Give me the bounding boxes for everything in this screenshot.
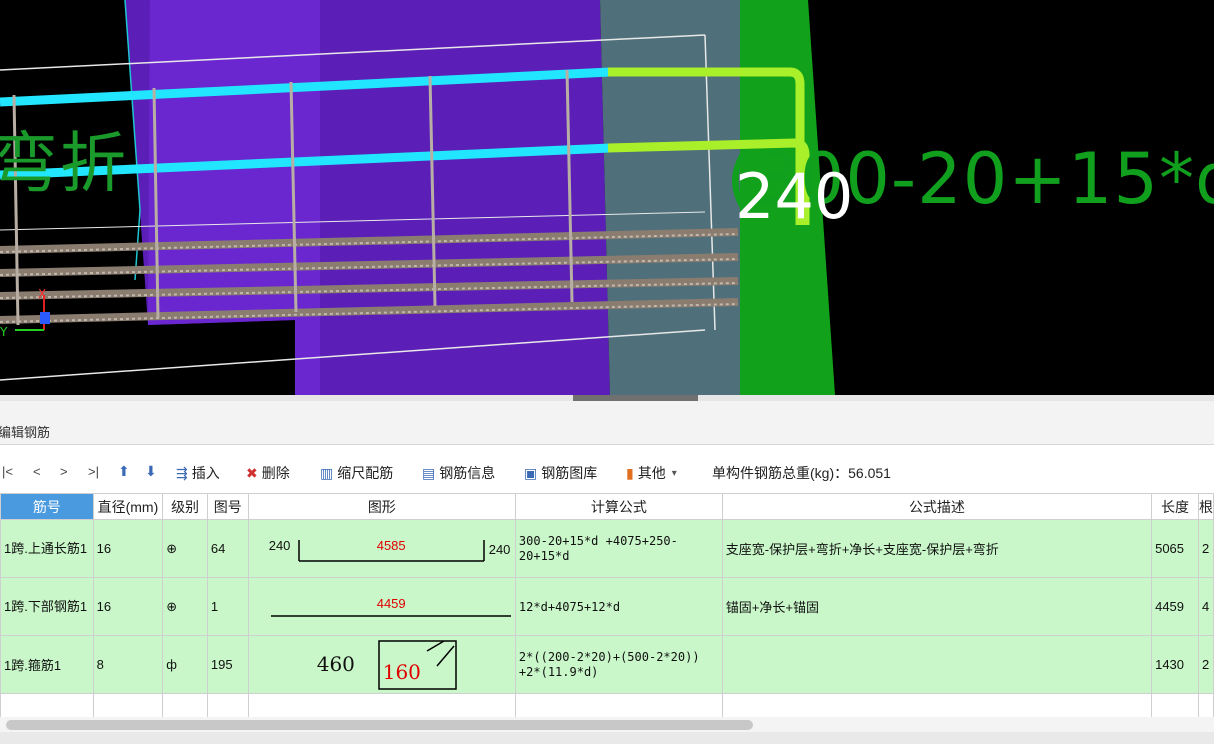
cell-fig-no[interactable]: 195 [206,635,249,694]
col-header-grade[interactable]: 级别 [162,493,208,520]
cell-length[interactable]: 1430 [1151,635,1199,694]
col-header-formula-desc[interactable]: 公式描述 [721,493,1153,520]
cell-diameter[interactable]: 16 [92,577,164,636]
cell-shape[interactable]: 240 4585 240 [247,519,516,578]
col-header-bar-no[interactable]: 筋号 [0,493,94,520]
insert-button[interactable]: ⇶ 插入 [176,463,220,483]
col-header-diameter[interactable]: 直径(mm) [92,493,164,520]
scale-config-button[interactable]: ▥ 缩尺配筋 [320,463,393,483]
axis-x-label: X [38,287,46,301]
table-row[interactable]: 1跨.上通长筋1 16 ⊕ 64 240 4585 240 300-20+15*… [0,519,1214,578]
cell-bar-name[interactable]: 1跨.下部钢筋1 [0,577,94,636]
table-row[interactable]: 1跨.箍筋1 8 ф 195 460 160 2*((200-2*20)+(50… [0,635,1214,694]
info-doc-icon: ▤ [422,464,436,481]
axis-y-label: Y [0,325,8,339]
cell-formula-desc[interactable] [721,635,1153,694]
delete-button[interactable]: ✖ 删除 [246,463,290,483]
cell-formula[interactable]: 12*d+4075+12*d [514,577,723,636]
cell-empty[interactable] [162,693,208,719]
delete-icon: ✖ [246,464,258,481]
nav-first-button[interactable]: |< [2,464,13,479]
cell-shape[interactable]: 4459 [247,577,516,636]
cell-empty[interactable] [92,693,164,719]
cell-grade[interactable]: ⊕ [162,577,208,636]
shape-left-dim: 460 [316,652,355,676]
cell-count[interactable]: 2 [1197,519,1214,578]
cell-empty[interactable] [206,693,249,719]
insert-icon: ⇶ [176,464,188,481]
library-icon: ▣ [524,464,538,481]
move-up-button[interactable]: ⬆ [118,463,134,480]
chevron-down-icon: ▾ [671,467,677,479]
nav-prev-button[interactable]: < [33,464,41,479]
rebar-library-button[interactable]: ▣ 钢筋图库 [524,463,597,483]
nav-next-button[interactable]: > [60,464,68,479]
nav-last-button[interactable]: >| [88,464,99,479]
cell-formula[interactable]: 2*((200-2*20)+(500-2*20)) +2*(11.9*d) [514,635,723,694]
cell-length[interactable]: 4459 [1151,577,1199,636]
cell-formula[interactable]: 300-20+15*d +4075+250-20+15*d [514,519,723,578]
shape-left-dim: 240 [268,538,291,553]
arrow-up-icon: ⬆ [118,463,130,479]
cell-empty[interactable] [514,693,723,719]
rebar-toolbar: |< < > >| ⬆ ⬇ ⇶ 插入 ✖ 删除 ▥ 缩尺配筋 ▤ 钢筋信息 ▣ 钢筋图库 … [0,455,1214,493]
other-doc-icon: ▮ [626,464,634,481]
cell-empty[interactable] [721,693,1153,719]
horizontal-scrollbar-thumb[interactable] [6,720,753,730]
bend-annotation: 弯折 [0,125,128,202]
shape-right-dim: 240 [488,542,511,557]
col-header-formula[interactable]: 计算公式 [514,493,723,520]
move-down-button[interactable]: ⬇ [145,463,161,480]
arrow-down-icon: ⬇ [145,463,157,479]
col-header-fig-no[interactable]: 图号 [206,493,249,520]
cell-length[interactable]: 5065 [1151,519,1199,578]
status-strip [0,732,1214,744]
edit-rebar-panel-header: 编辑钢筋 [0,401,1214,445]
table-row-empty[interactable] [0,693,1214,719]
axis-z-marker [40,312,50,324]
table-row[interactable]: 1跨.下部钢筋1 16 ⊕ 1 4459 12*d+4075+12*d 锚固+净… [0,577,1214,636]
shape-mid-dim: 160 [382,660,421,684]
other-menu-button[interactable]: ▮ 其他 ▾ [626,463,677,483]
cell-fig-no[interactable]: 64 [206,519,249,578]
panel-title: 编辑钢筋 [0,425,51,440]
scale-icon: ▥ [320,464,334,481]
col-header-shape[interactable]: 图形 [247,493,516,520]
3d-viewport[interactable]: X Y 弯折 (300-20+15*d) 240 [0,0,1214,395]
cell-bar-name[interactable]: 1跨.箍筋1 [0,635,94,694]
col-header-count[interactable]: 根 [1197,493,1214,520]
cell-shape[interactable]: 460 160 [247,635,516,694]
cell-fig-no[interactable]: 1 [206,577,249,636]
cell-count[interactable]: 2 [1197,635,1214,694]
total-weight-readout: 单构件钢筋总重(kg)： 56.051 [712,465,891,481]
cell-empty[interactable] [247,693,516,719]
cell-diameter[interactable]: 16 [92,519,164,578]
rebar-table: 筋号 直径(mm) 级别 图号 图形 计算公式 公式描述 长度 根 1跨.上通长… [0,493,1214,719]
cell-formula-desc[interactable]: 锚固+净长+锚固 [721,577,1153,636]
shape-mid-dim: 4585 [376,538,406,553]
cell-grade[interactable]: ⊕ [162,519,208,578]
cell-bar-name[interactable]: 1跨.上通长筋1 [0,519,94,578]
dimension-annotation: 240 [735,160,854,233]
cell-grade[interactable]: ф [162,635,208,694]
cell-count[interactable]: 4 [1197,577,1214,636]
cell-formula-desc[interactable]: 支座宽-保护层+弯折+净长+支座宽-保护层+弯折 [721,519,1153,578]
shape-mid-dim: 4459 [376,596,406,611]
cell-diameter[interactable]: 8 [92,635,164,694]
cell-empty[interactable] [1151,693,1199,719]
cell-empty[interactable] [0,693,94,719]
col-header-length[interactable]: 长度 [1151,493,1199,520]
rebar-info-button[interactable]: ▤ 钢筋信息 [422,463,495,483]
cell-empty[interactable] [1197,693,1214,719]
